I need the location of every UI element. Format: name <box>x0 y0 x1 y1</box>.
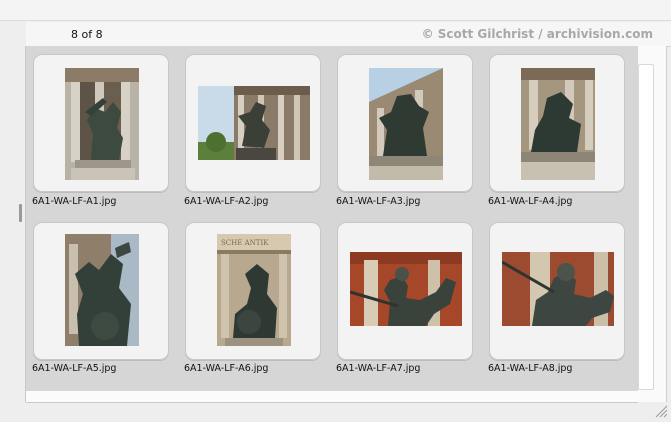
grid-bottom-strip <box>26 391 638 403</box>
resize-grip-icon[interactable] <box>654 404 668 418</box>
filename-label: 6A1-WA-LF-A5.jpg <box>32 363 117 374</box>
filename-label: 6A1-WA-LF-A1.jpg <box>32 196 117 207</box>
window-top-band <box>0 0 671 21</box>
filename-label: 6A1-WA-LF-A4.jpg <box>488 196 573 207</box>
thumbnail-3[interactable] <box>337 54 473 192</box>
filename-label: 6A1-WA-LF-A8.jpg <box>488 363 573 374</box>
filename-label: 6A1-WA-LF-A7.jpg <box>336 363 421 374</box>
photo-statue-a3 <box>369 68 443 180</box>
photo-statue-a2 <box>198 86 310 160</box>
image-count: 8 of 8 <box>71 28 103 41</box>
photo-statue-a5 <box>65 234 139 346</box>
photo-statue-a6: SCHE ANTIK <box>217 234 291 346</box>
filename-label: 6A1-WA-LF-A6.jpg <box>184 363 269 374</box>
photo-statue-a4 <box>521 68 595 180</box>
thumbnail-4[interactable] <box>489 54 625 192</box>
filename-label: 6A1-WA-LF-A3.jpg <box>336 196 421 207</box>
copyright-credit: © Scott Gilchrist / archivision.com <box>421 27 653 41</box>
thumbnail-8[interactable] <box>489 222 625 360</box>
thumbnail-5[interactable] <box>33 222 169 360</box>
photo-statue-a8 <box>502 252 614 326</box>
thumbnail-2[interactable] <box>185 54 321 192</box>
photo-statue-a1 <box>65 68 139 180</box>
viewer-header: 8 of 8 © Scott Gilchrist / archivision.c… <box>26 22 671 47</box>
thumbnail-7[interactable] <box>337 222 473 360</box>
thumbnail-6[interactable]: SCHE ANTIK <box>185 222 321 360</box>
inscription-text: SCHE ANTIK <box>221 239 269 247</box>
photo-statue-a7 <box>350 252 462 326</box>
filename-label: 6A1-WA-LF-A2.jpg <box>184 196 269 207</box>
splitter-handle[interactable] <box>19 204 22 222</box>
vertical-scrollbar[interactable] <box>638 64 654 390</box>
thumbnail-1[interactable] <box>33 54 169 192</box>
